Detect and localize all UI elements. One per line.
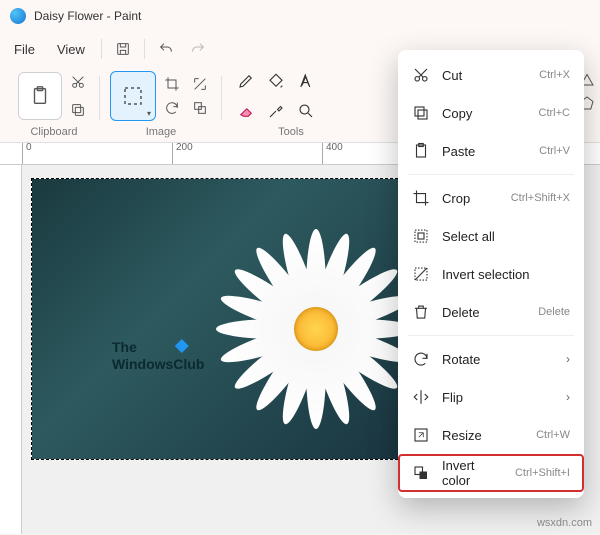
select-all-icon: [412, 227, 430, 245]
ctx-select-all[interactable]: Select all: [398, 217, 584, 255]
ctx-invert-selection[interactable]: Invert selection: [398, 255, 584, 293]
undo-icon[interactable]: [151, 35, 181, 63]
picker-tool[interactable]: [262, 97, 290, 125]
canvas-overlay-text: The WindowsClub: [112, 339, 204, 373]
menu-view[interactable]: View: [47, 38, 95, 61]
copy-icon[interactable]: [66, 99, 90, 121]
group-label-tools: Tools: [278, 126, 304, 138]
titlebar: Daisy Flower - Paint: [0, 0, 600, 32]
group-label-clipboard: Clipboard: [30, 126, 77, 138]
daisy-flower: [206, 219, 426, 439]
ctx-cut[interactable]: CutCtrl+X: [398, 56, 584, 94]
svg-text:A: A: [302, 75, 310, 89]
ctx-paste[interactable]: PasteCtrl+V: [398, 132, 584, 170]
text-tool[interactable]: A: [292, 67, 320, 95]
cut-icon[interactable]: [66, 71, 90, 93]
flip-icon: [412, 388, 430, 406]
paste-icon: [412, 142, 430, 160]
fill-tool[interactable]: [262, 67, 290, 95]
ctx-flip[interactable]: Flip›: [398, 378, 584, 416]
resize-icon[interactable]: [188, 73, 212, 95]
delete-icon: [412, 303, 430, 321]
crop-icon[interactable]: [160, 73, 184, 95]
cut-icon: [412, 66, 430, 84]
window-title: Daisy Flower - Paint: [34, 9, 141, 23]
group-tools: A Tools: [222, 68, 360, 142]
watermark: wsxdn.com: [537, 517, 592, 529]
ctx-delete[interactable]: DeleteDelete: [398, 293, 584, 331]
ctx-crop[interactable]: CropCtrl+Shift+X: [398, 179, 584, 217]
ctx-copy[interactable]: CopyCtrl+C: [398, 94, 584, 132]
group-clipboard: Clipboard: [8, 68, 100, 142]
shapes-tool: [322, 67, 350, 95]
context-menu: CutCtrl+X CopyCtrl+C PasteCtrl+V CropCtr…: [398, 50, 584, 498]
rotate-icon: [412, 350, 430, 368]
ctx-rotate[interactable]: Rotate›: [398, 340, 584, 378]
invert-selection-icon: [412, 265, 430, 283]
chevron-right-icon: ›: [566, 352, 570, 366]
pencil-tool[interactable]: [232, 67, 260, 95]
save-icon[interactable]: [108, 35, 138, 63]
chevron-right-icon: ›: [566, 390, 570, 404]
ctx-invert-color[interactable]: Invert colorCtrl+Shift+I: [398, 454, 584, 492]
select-button[interactable]: [110, 71, 156, 121]
resize-icon: [412, 426, 430, 444]
copy-icon: [412, 104, 430, 122]
redo-icon[interactable]: [183, 35, 213, 63]
canvas-image[interactable]: The WindowsClub: [32, 179, 402, 459]
rotate-icon[interactable]: [160, 97, 184, 119]
ctx-resize[interactable]: ResizeCtrl+W: [398, 416, 584, 454]
group-image: Image: [100, 68, 222, 142]
group-label-image: Image: [146, 126, 177, 138]
menu-file[interactable]: File: [4, 38, 45, 61]
layers-icon[interactable]: [188, 97, 212, 119]
paste-button[interactable]: [18, 72, 62, 120]
ruler-vertical: [0, 165, 22, 534]
invert-color-icon: [412, 464, 430, 482]
zoom-tool[interactable]: [292, 97, 320, 125]
eraser-tool[interactable]: [232, 97, 260, 125]
crop-icon: [412, 189, 430, 207]
app-icon: [10, 8, 26, 24]
